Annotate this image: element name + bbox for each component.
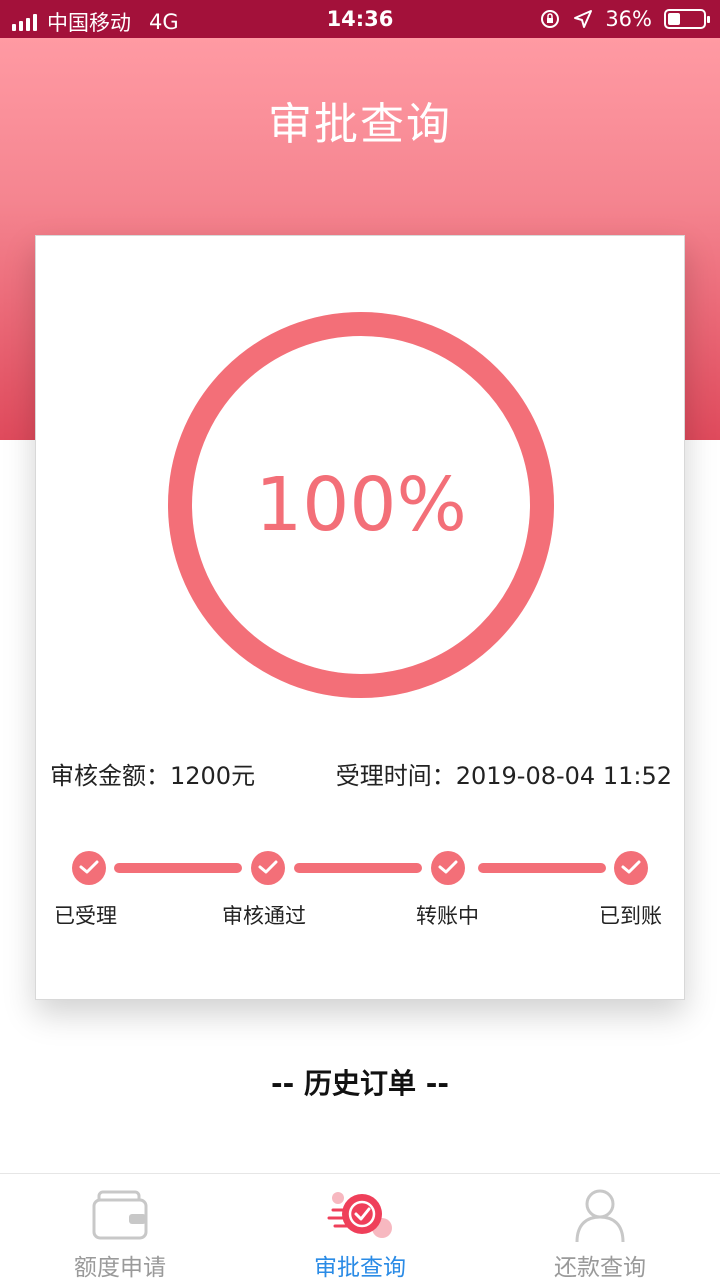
step-connector: [114, 863, 242, 873]
step-check-icon: [251, 851, 285, 885]
location-icon: [574, 10, 593, 28]
approved-amount: 审核金额：1200元: [50, 762, 256, 790]
tab-label: 还款查询: [554, 1255, 646, 1281]
progress-percent: 100%: [255, 462, 467, 548]
step-label-accepted: 已受理: [54, 904, 117, 928]
step-label-approved: 审核通过: [222, 904, 306, 928]
tab-label: 审批查询: [314, 1255, 406, 1281]
user-icon: [575, 1189, 625, 1243]
tab-label: 额度申请: [74, 1255, 166, 1281]
tab-approval-query[interactable]: 审批查询: [240, 1174, 480, 1281]
tab-credit-apply[interactable]: 额度申请: [0, 1174, 240, 1281]
wallet-icon: [92, 1190, 148, 1240]
step-check-icon: [431, 851, 465, 885]
step-connector: [294, 863, 422, 873]
step-check-icon: [72, 851, 106, 885]
status-bar: 中国移动 4G 14:36 36%: [0, 0, 720, 38]
step-check-icon: [614, 851, 648, 885]
accepted-time: 受理时间：2019-08-04 11:52: [335, 762, 672, 790]
step-label-transferring: 转账中: [416, 904, 479, 928]
tab-bar: 额度申请 审批查询 还款查询: [0, 1173, 720, 1281]
history-orders-title: -- 历史订单 --: [271, 1067, 449, 1100]
step-connector: [478, 863, 606, 873]
battery-fill: [668, 13, 681, 25]
rotation-lock-icon: [541, 10, 560, 28]
step-progress: 已受理 审核通过 转账中 已到账: [36, 848, 686, 948]
approval-card: 100% 审核金额：1200元 受理时间：2019-08-04 11:52 已受…: [35, 235, 685, 1000]
page-title: 审批查询: [268, 99, 452, 150]
battery-percent: 36%: [605, 7, 652, 31]
battery-icon: [664, 9, 710, 29]
tab-repayment-query[interactable]: 还款查询: [480, 1174, 720, 1281]
approval-check-icon: [327, 1192, 392, 1238]
status-right: 36%: [539, 7, 710, 31]
step-label-received: 已到账: [599, 904, 662, 928]
